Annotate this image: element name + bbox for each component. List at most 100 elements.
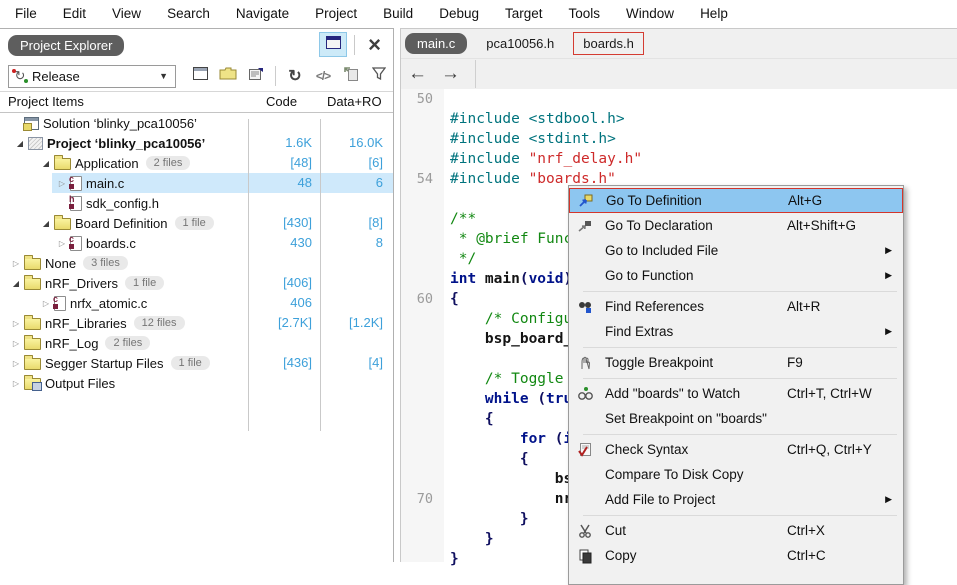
back-button[interactable]: ←: [401, 63, 434, 85]
tree-row-application[interactable]: ◢Application2 files[48][6]: [0, 153, 393, 173]
menubar-item-project[interactable]: Project: [302, 0, 370, 28]
menubar-item-window[interactable]: Window: [613, 0, 687, 28]
back-icon: ←: [408, 63, 427, 84]
menubar-item-target[interactable]: Target: [492, 0, 556, 28]
code-text: #include <stdint.h>: [444, 129, 616, 149]
import-file-button[interactable]: [338, 65, 364, 87]
tree-row-none[interactable]: ▷None3 files: [0, 253, 393, 273]
code-size-value: [436]: [248, 353, 312, 373]
open-folder-button[interactable]: [215, 65, 241, 87]
tree-row-nrf-drivers[interactable]: ◢nRF_Drivers1 file[406]: [0, 273, 393, 293]
menubar: FileEditViewSearchNavigateProjectBuildDe…: [0, 0, 957, 28]
menubar-item-search[interactable]: Search: [154, 0, 223, 28]
context-menu-item-add-file-to-project[interactable]: Add File to Project▶: [569, 487, 903, 512]
context-menu-item-check-syntax[interactable]: Check SyntaxCtrl+Q, Ctrl+Y: [569, 437, 903, 462]
expanded-arrow-icon[interactable]: ◢: [38, 159, 54, 168]
context-menu-item-go-to-included-file[interactable]: Go to Included File▶: [569, 238, 903, 263]
line-number: [401, 349, 444, 369]
menu-separator: [583, 347, 897, 348]
collapsed-arrow-icon[interactable]: ▷: [8, 339, 24, 348]
tree-row-output-files[interactable]: ▷Output Files: [0, 373, 393, 393]
menubar-item-help[interactable]: Help: [687, 0, 741, 28]
detach-panel-button[interactable]: [319, 32, 347, 57]
build-configuration-select[interactable]: ↻ Release ▼: [8, 65, 176, 88]
collapsed-arrow-icon[interactable]: ▷: [54, 179, 70, 188]
menu-item-label: Go to Function: [605, 268, 694, 283]
menubar-item-view[interactable]: View: [99, 0, 154, 28]
collapsed-arrow-icon[interactable]: ▷: [54, 239, 70, 248]
new-window-button[interactable]: [187, 65, 213, 87]
line-number: [401, 469, 444, 489]
tree-row-nrfx-atomic-c[interactable]: ▷cnrfx_atomic.c406: [0, 293, 393, 313]
tree-row-boards-c[interactable]: ▷cboards.c4308: [0, 233, 393, 253]
line-number: [401, 429, 444, 449]
column-header-dataro: Data+RO: [327, 94, 382, 109]
editor-tab-main-c[interactable]: main.c: [405, 33, 467, 54]
collapsed-arrow-icon[interactable]: ▷: [8, 379, 24, 388]
line-number: [401, 229, 444, 249]
menu-item-label: Set Breakpoint on "boards": [605, 411, 767, 426]
context-menu-item-cut[interactable]: CutCtrl+X: [569, 518, 903, 543]
dataro-size-value: 8: [320, 233, 383, 253]
properties-button[interactable]: [243, 65, 269, 87]
line-number: [401, 449, 444, 469]
context-menu-item-go-to-function[interactable]: Go to Function ▶: [569, 263, 903, 288]
line-number: 70: [401, 489, 444, 509]
menubar-item-tools[interactable]: Tools: [556, 0, 614, 28]
menubar-item-build[interactable]: Build: [370, 0, 426, 28]
context-menu-item-find-extras[interactable]: Find Extras▶: [569, 319, 903, 344]
menubar-item-navigate[interactable]: Navigate: [223, 0, 302, 28]
detach-panel-icon: [326, 36, 341, 54]
tree-row-segger-startup-files[interactable]: ▷Segger Startup Files1 file[436][4]: [0, 353, 393, 373]
show-source-button[interactable]: </>: [310, 65, 336, 87]
import-file-icon: [344, 66, 359, 86]
context-menu-item-go-to-definition[interactable]: Go To DefinitionAlt+G: [569, 188, 903, 213]
tree-row-board-definition[interactable]: ◢Board Definition1 file[430][8]: [0, 213, 393, 233]
tree-row-sdk-config-h[interactable]: hsdk_config.h: [0, 193, 393, 213]
collapsed-arrow-icon[interactable]: ▷: [8, 259, 24, 268]
code-text: [444, 349, 450, 369]
submenu-arrow-icon: ▶: [885, 326, 892, 337]
menubar-item-debug[interactable]: Debug: [426, 0, 492, 28]
tree-row-nrf-log[interactable]: ▷nRF_Log2 files: [0, 333, 393, 353]
collapsed-arrow-icon[interactable]: ▷: [8, 359, 24, 368]
context-menu-item-toggle-breakpoint[interactable]: Toggle BreakpointF9: [569, 350, 903, 375]
file-count-badge: 12 files: [134, 316, 185, 330]
close-panel-button[interactable]: ×: [362, 35, 387, 55]
tree-row-project-blinky-pca10056-[interactable]: ◢Project ‘blinky_pca10056’1.6K16.0K: [0, 133, 393, 153]
context-menu: Go To DefinitionAlt+GGo To DeclarationAl…: [568, 185, 904, 585]
code-size-value: 1.6K: [248, 133, 312, 153]
filter-button[interactable]: [366, 65, 392, 87]
menubar-item-edit[interactable]: Edit: [50, 0, 99, 28]
context-menu-item-compare-to-disk-copy[interactable]: Compare To Disk Copy: [569, 462, 903, 487]
divider: [354, 35, 355, 55]
folder-icon: [54, 218, 71, 230]
tree-row-main-c[interactable]: ▷cmain.c486: [0, 173, 393, 193]
context-menu-item-go-to-declaration[interactable]: Go To DeclarationAlt+Shift+G: [569, 213, 903, 238]
build-config-icon: ↻: [12, 68, 28, 84]
editor-tab-boards-h[interactable]: boards.h: [573, 32, 644, 55]
menubar-item-file[interactable]: File: [2, 0, 50, 28]
collapsed-arrow-icon[interactable]: ▷: [38, 299, 54, 308]
forward-button[interactable]: →: [434, 63, 467, 85]
refresh-button[interactable]: ↻: [282, 65, 308, 87]
context-menu-item-add-boards-to-watch[interactable]: Add "boards" to WatchCtrl+T, Ctrl+W: [569, 381, 903, 406]
context-menu-item-find-references[interactable]: Find ReferencesAlt+R: [569, 294, 903, 319]
properties-icon: [248, 67, 264, 86]
tree-row-nrf-libraries[interactable]: ▷nRF_Libraries12 files[2.7K][1.2K]: [0, 313, 393, 333]
code-text: bs: [444, 469, 572, 489]
context-menu-item-copy[interactable]: CopyCtrl+C: [569, 543, 903, 568]
check-syntax-icon: [574, 442, 596, 458]
expanded-arrow-icon[interactable]: ◢: [12, 139, 28, 148]
line-number: 54: [401, 169, 444, 189]
line-number: 60: [401, 289, 444, 309]
context-menu-item-set-breakpoint-on-boards-[interactable]: Set Breakpoint on "boards": [569, 406, 903, 431]
expanded-arrow-icon[interactable]: ◢: [38, 219, 54, 228]
collapsed-arrow-icon[interactable]: ▷: [8, 319, 24, 328]
submenu-arrow-icon: ▶: [885, 270, 892, 281]
expanded-arrow-icon[interactable]: ◢: [8, 279, 24, 288]
folder-icon: [54, 158, 71, 170]
editor-tab-pca10056-h[interactable]: pca10056.h: [477, 33, 563, 54]
tree-row-solution-blinky-pca10056-[interactable]: Solution ‘blinky_pca10056’: [0, 113, 393, 133]
line-number: [401, 389, 444, 409]
